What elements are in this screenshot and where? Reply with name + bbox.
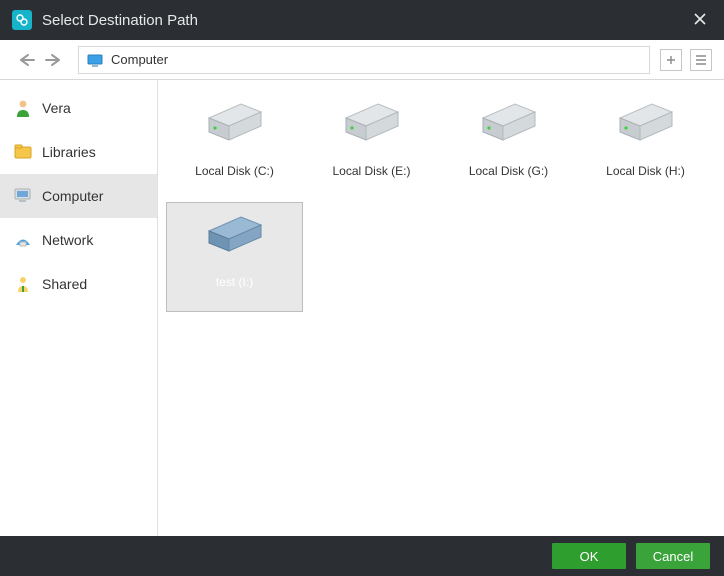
sidebar-item-label: Network <box>42 232 93 248</box>
titlebar: Select Destination Path <box>0 0 724 40</box>
sidebar-item-network[interactable]: Network <box>0 218 157 262</box>
drive-label: Local Disk (G:) <box>469 164 548 178</box>
drive-item[interactable]: Local Disk (H:) <box>577 92 714 202</box>
network-icon <box>14 231 32 249</box>
sidebar-item-label: Libraries <box>42 144 96 160</box>
sidebar-item-shared[interactable]: Shared <box>0 262 157 306</box>
shared-icon <box>14 275 32 293</box>
path-box[interactable]: Computer <box>78 46 650 74</box>
sidebar-item-label: Computer <box>42 188 103 204</box>
hdd-icon <box>340 98 404 150</box>
window-title: Select Destination Path <box>42 12 688 29</box>
forward-button[interactable] <box>40 46 68 74</box>
removable-disk-icon <box>203 209 267 261</box>
cancel-button[interactable]: Cancel <box>636 543 710 569</box>
drive-item-selected[interactable]: test (I:) <box>166 202 303 312</box>
hdd-icon <box>614 98 678 150</box>
computer-icon <box>87 54 103 66</box>
drive-label: Local Disk (C:) <box>195 164 274 178</box>
sidebar: Vera Libraries Computer Network Shared <box>0 80 158 536</box>
app-icon <box>12 10 32 30</box>
main: Vera Libraries Computer Network Shared <box>0 80 724 536</box>
close-button[interactable] <box>688 10 712 31</box>
computer-icon <box>14 187 32 205</box>
new-folder-button[interactable] <box>660 49 682 71</box>
toolbar: Computer <box>0 40 724 80</box>
back-button[interactable] <box>12 46 40 74</box>
sidebar-item-computer[interactable]: Computer <box>0 174 157 218</box>
user-icon <box>14 99 32 117</box>
hdd-icon <box>203 98 267 150</box>
libraries-icon <box>14 143 32 161</box>
drive-label: test (I:) <box>216 275 253 289</box>
drive-item[interactable]: Local Disk (C:) <box>166 92 303 202</box>
drive-item[interactable]: Local Disk (E:) <box>303 92 440 202</box>
content-pane: Local Disk (C:) Local Disk (E:) Local Di… <box>158 80 724 536</box>
ok-button[interactable]: OK <box>552 543 626 569</box>
sidebar-item-label: Shared <box>42 276 87 292</box>
view-list-button[interactable] <box>690 49 712 71</box>
drive-item[interactable]: Local Disk (G:) <box>440 92 577 202</box>
drive-label: Local Disk (H:) <box>606 164 685 178</box>
drive-label: Local Disk (E:) <box>332 164 410 178</box>
path-label: Computer <box>111 52 168 67</box>
footer: OK Cancel <box>0 536 724 576</box>
hdd-icon <box>477 98 541 150</box>
sidebar-item-vera[interactable]: Vera <box>0 86 157 130</box>
sidebar-item-label: Vera <box>42 100 71 116</box>
sidebar-item-libraries[interactable]: Libraries <box>0 130 157 174</box>
